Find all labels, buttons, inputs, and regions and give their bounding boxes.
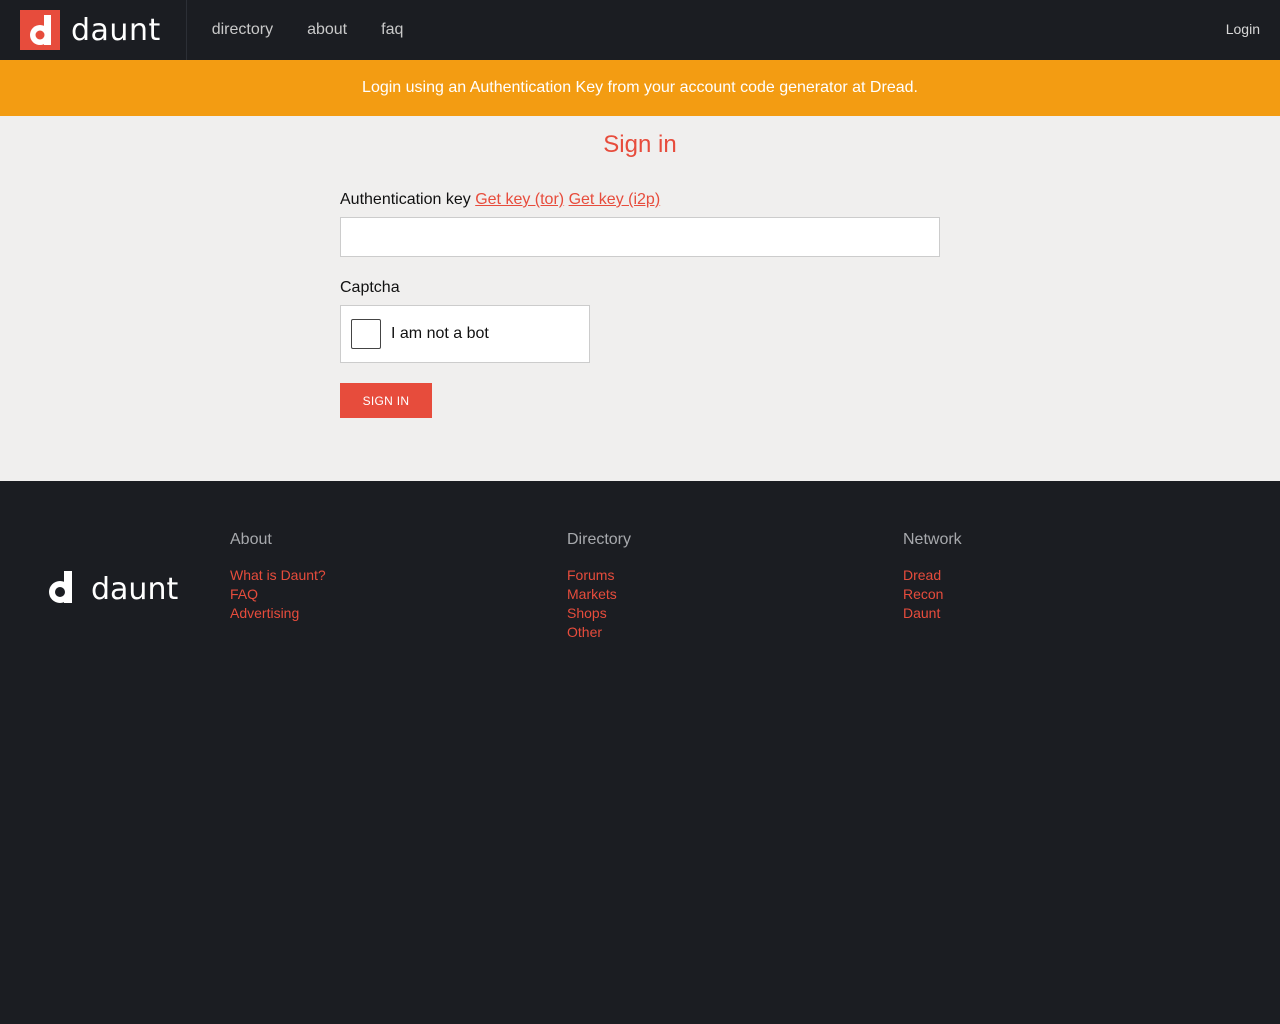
footer-link-other[interactable]: Other — [567, 623, 631, 642]
footer-column-title: About — [230, 531, 272, 548]
footer-column-network: Network Dread Recon Daunt — [903, 531, 962, 623]
main-nav: directory about faq — [212, 21, 438, 39]
footer-link-forums[interactable]: Forums — [567, 566, 631, 585]
footer-brand: daunt — [46, 569, 178, 610]
footer-column-directory: Directory Forums Markets Shops Other — [567, 531, 631, 642]
footer-column-about: About What is Daunt? FAQ Advertising — [230, 531, 326, 623]
sign-in-section: Sign in Authentication key Get key (tor)… — [0, 116, 1280, 481]
footer-link-shops[interactable]: Shops — [567, 604, 631, 623]
footer-link-markets[interactable]: Markets — [567, 585, 631, 604]
footer-link-daunt[interactable]: Daunt — [903, 604, 962, 623]
info-banner-text: Login using an Authentication Key from y… — [362, 79, 918, 96]
get-key-i2p-link[interactable]: Get key (i2p) — [569, 191, 661, 208]
captcha-checkbox[interactable] — [351, 319, 381, 349]
captcha-widget: I am not a bot — [340, 305, 590, 363]
sign-in-form: Authentication key Get key (tor) Get key… — [340, 191, 940, 418]
top-navbar: daunt directory about faq Login — [0, 0, 1280, 60]
auth-key-label: Authentication key — [340, 191, 471, 208]
captcha-label: Captcha — [340, 279, 400, 296]
captcha-text: I am not a bot — [391, 325, 489, 342]
footer: daunt About What is Daunt? FAQ Advertisi… — [0, 481, 1280, 1024]
nav-link-about[interactable]: about — [307, 21, 347, 39]
footer-column-title: Directory — [567, 531, 632, 548]
brand[interactable]: daunt — [0, 0, 187, 60]
auth-key-input[interactable] — [340, 217, 940, 257]
nav-link-faq[interactable]: faq — [381, 21, 403, 39]
daunt-footer-logo-icon — [46, 569, 74, 610]
brand-name: daunt — [71, 12, 161, 48]
get-key-tor-link[interactable]: Get key (tor) — [475, 191, 564, 208]
sign-in-button[interactable]: SIGN IN — [340, 383, 432, 418]
daunt-logo-icon — [20, 10, 60, 50]
footer-brand-name: daunt — [91, 572, 179, 607]
footer-link-faq[interactable]: FAQ — [230, 585, 326, 604]
auth-key-label-row: Authentication key Get key (tor) Get key… — [340, 191, 940, 211]
login-link[interactable]: Login — [1226, 21, 1260, 37]
footer-link-recon[interactable]: Recon — [903, 585, 962, 604]
footer-link-what-is-daunt[interactable]: What is Daunt? — [230, 566, 326, 585]
footer-link-dread[interactable]: Dread — [903, 566, 962, 585]
footer-column-title: Network — [903, 531, 962, 548]
nav-link-directory[interactable]: directory — [212, 21, 273, 39]
page-title: Sign in — [603, 131, 677, 158]
info-banner: Login using an Authentication Key from y… — [0, 60, 1280, 116]
footer-link-advertising[interactable]: Advertising — [230, 604, 326, 623]
